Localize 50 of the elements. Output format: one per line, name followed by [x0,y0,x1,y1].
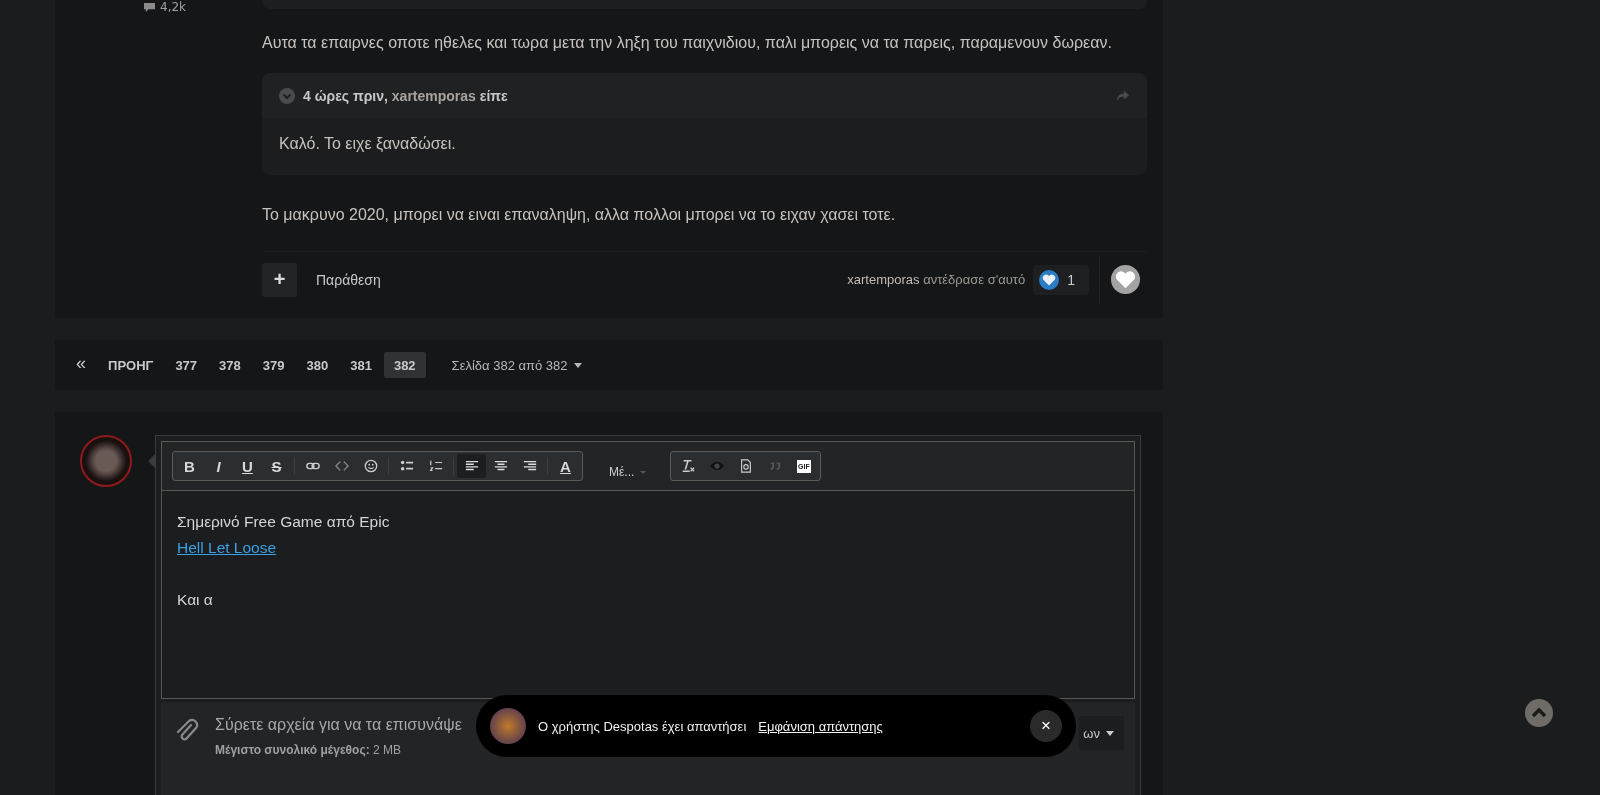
editor-text: Σημερινό Free Game από Epic [177,512,391,532]
quote-citation: 4 ώρες πριν, xartemporas είπε [303,87,509,104]
align-left-button[interactable] [457,454,486,478]
format-dropdown[interactable]: Μέ... [603,464,653,480]
editor-link[interactable]: Hell Let Loose [177,539,277,556]
attachment-drop-hint: Σύρετε αρχεία για να τα επισυνάψε [215,716,462,734]
editor-text: Και α [177,590,214,610]
clear-format-icon [680,459,695,473]
page-link[interactable]: 380 [296,352,339,378]
multiquote-button[interactable]: + [262,262,297,297]
italic-button[interactable]: I [204,454,233,478]
page-link[interactable]: 379 [252,352,295,378]
page-link[interactable]: 381 [340,352,382,378]
max-size-text: Μέγιστο συνολικό μέγεθος: 2 MB [215,743,401,757]
close-button[interactable]: × [1030,710,1062,742]
text-color-button[interactable]: A [551,454,580,478]
page-link[interactable]: 378 [209,352,251,378]
document-icon [738,459,753,473]
smiley-icon [363,459,378,473]
avatar [80,435,132,487]
caret-icon [573,362,582,368]
previous-page-link[interactable]: ΠΡΟΗΓ [98,352,164,378]
speech-bubble-icon [143,1,156,13]
code-icon [334,459,349,473]
bold-button[interactable]: B [175,454,204,478]
numbered-list-icon [428,459,443,473]
show-reply-link[interactable]: Εμφάνιση απάντησης [758,718,883,734]
page-jump-dropdown[interactable]: Σελίδα 382 από 382 [445,356,588,374]
notification-text: Ο χρήστης Despotas έχει απαντήσει [538,718,747,734]
align-left-icon [464,459,479,473]
scroll-to-top-icon[interactable] [1525,699,1553,727]
align-center-icon [493,459,508,473]
insert-media-button[interactable]: ων [1079,716,1124,750]
align-right-icon [522,459,537,473]
quote-link[interactable]: Παράθεση [310,270,387,289]
strikethrough-button[interactable]: S [262,454,291,478]
eye-icon [709,459,724,473]
reaction-summary: xartemporas αντέδρασε σ'αυτό [847,272,1026,287]
page-link[interactable]: 377 [165,352,208,378]
post-text: Το μακρυνο 2020, μπορει να ειναι επαναληψη, αλλα πολλοι μπορει να το ειχαν χασει τοτε. [262,205,897,225]
page-link[interactable]: 382 [383,352,426,378]
comment-count: 4,2k [143,1,187,13]
reaction-count-button[interactable]: 1 [1033,264,1089,295]
quote-text: Καλό. Το ειχε ξαναδώσει. [278,134,457,154]
underline-button[interactable]: U [233,454,262,478]
bullet-list-icon [399,459,414,473]
first-page-link[interactable]: « [70,352,96,378]
caret-icon [1106,730,1114,736]
avatar [490,708,526,744]
post-text: Αυτα τα επαιρνες οποτε ηθελες και τωρα μετα την ληξη του παιχνιδιου, παλι μπορεις να τα παρεις, παραμενουν δωρεαν. [262,33,1113,53]
